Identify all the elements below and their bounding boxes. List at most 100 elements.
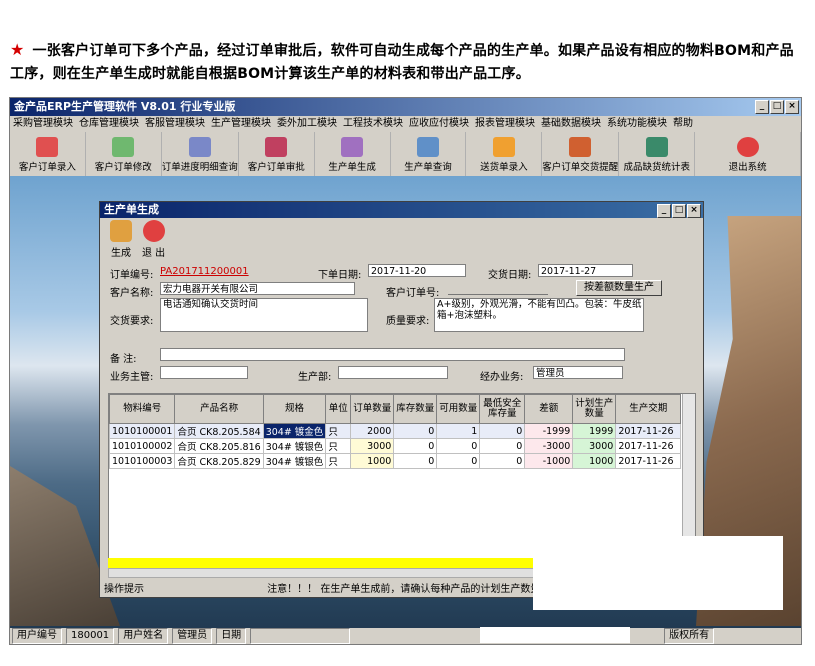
col-spec[interactable]: 规格	[262, 394, 327, 424]
tb-order-approve[interactable]: 客户订单审批	[239, 132, 315, 176]
cell-difference[interactable]: -3000	[524, 438, 574, 454]
cell-available-qty[interactable]: 1	[436, 423, 481, 439]
op-hint-label: 操作提示	[104, 584, 144, 595]
cell-production-date[interactable]: 2017-11-26	[615, 453, 682, 469]
col-safety-stock[interactable]: 最低安全库存量	[479, 394, 526, 424]
tb-production-generate[interactable]: 生产单生成	[315, 132, 391, 176]
remark-field[interactable]	[160, 348, 625, 361]
table-row[interactable]: 1010100002 合页 CK8.205.816 304# 镀银色 只 300…	[108, 438, 682, 454]
menu-production[interactable]: 生产管理模块	[211, 116, 271, 132]
tb-order-progress[interactable]: 订单进度明细查询	[162, 132, 239, 176]
tb-delivery-reminder[interactable]: 客户订单交货提醒	[542, 132, 620, 176]
customer-field[interactable]: 宏力电器开关有限公司	[160, 282, 355, 295]
table-row[interactable]: 1010100003 合页 CK8.205.829 304# 镀银色 只 100…	[108, 453, 682, 469]
close-button[interactable]: ×	[785, 100, 799, 114]
cell-spec[interactable]: 304# 镀银色	[262, 453, 327, 469]
intro-paragraph: ★ 一张客户订单可下多个产品，经过订单审批后，软件可自动生成每个产品的生产单。如果…	[10, 38, 805, 86]
generate-button[interactable]: 生成	[110, 220, 132, 260]
cell-product-name[interactable]: 合页 CK8.205.584	[174, 423, 264, 439]
menu-finance[interactable]: 应收应付模块	[409, 116, 469, 132]
cell-plan-qty[interactable]: 1999	[572, 423, 617, 439]
col-plan-qty[interactable]: 计划生产数量	[572, 394, 617, 424]
date-value	[250, 628, 351, 644]
menu-engineering[interactable]: 工程技术模块	[343, 116, 403, 132]
customer-label: 客户名称:	[110, 288, 154, 299]
report-icon	[645, 137, 668, 157]
generate-by-difference-button[interactable]: 按差额数量生产	[576, 280, 662, 296]
exit-button[interactable]: 退 出	[142, 220, 165, 260]
cell-difference[interactable]: -1999	[524, 423, 574, 439]
cell-safety-stock[interactable]: 0	[479, 438, 526, 454]
exit-icon	[736, 137, 759, 157]
op-hint-text: 注意！！！ 在生产单生成前，请确认每种产品的计划生产数量	[267, 584, 541, 595]
col-available-qty[interactable]: 可用数量	[436, 394, 481, 424]
order-date-field[interactable]: 2017-11-20	[368, 264, 466, 277]
cell-available-qty[interactable]: 0	[436, 438, 481, 454]
cell-spec[interactable]: 304# 镀金色	[262, 423, 327, 439]
delivery-req-field[interactable]: 电话通知确认交货时间	[160, 298, 368, 332]
menu-outsourcing[interactable]: 委外加工模块	[277, 116, 337, 132]
menu-warehouse[interactable]: 仓库管理模块	[79, 116, 139, 132]
col-order-qty[interactable]: 订单数量	[350, 394, 395, 424]
cell-unit[interactable]: 只	[325, 438, 352, 454]
order-date-label: 下单日期:	[318, 270, 362, 281]
supervisor-field[interactable]	[160, 366, 248, 379]
tb-order-entry[interactable]: 客户订单录入	[10, 132, 86, 176]
dialog-maximize-button[interactable]: □	[672, 204, 686, 218]
cell-item-no[interactable]: 1010100003	[108, 453, 176, 469]
cell-spec[interactable]: 304# 镀银色	[262, 438, 327, 454]
menu-system[interactable]: 系统功能模块	[607, 116, 667, 132]
quality-req-field[interactable]: A+级别，外观光滑，不能有凹凸。包装：牛皮纸箱+泡沫塑料。	[434, 298, 644, 332]
col-item-no[interactable]: 物料编号	[108, 394, 176, 424]
cell-item-no[interactable]: 1010100002	[108, 438, 176, 454]
cell-order-qty[interactable]: 1000	[350, 453, 395, 469]
cell-difference[interactable]: -1000	[524, 453, 574, 469]
status-bar: 用户编号 180001 用户姓名 管理员 日期 版权所有	[10, 628, 803, 644]
menu-bar: 采购管理模块 仓库管理模块 客服管理模块 生产管理模块 委外加工模块 工程技术模…	[10, 116, 804, 132]
cell-stock-qty[interactable]: 0	[393, 423, 438, 439]
tb-order-edit[interactable]: 客户订单修改	[86, 132, 162, 176]
col-unit[interactable]: 单位	[325, 394, 352, 424]
cell-order-qty[interactable]: 3000	[350, 438, 395, 454]
dialog-close-button[interactable]: ×	[687, 204, 701, 218]
cell-unit[interactable]: 只	[325, 423, 352, 439]
col-difference[interactable]: 差额	[524, 394, 574, 424]
menu-service[interactable]: 客服管理模块	[145, 116, 205, 132]
tb-exit-system[interactable]: 退出系统	[695, 132, 801, 176]
col-production-date[interactable]: 生产交期	[615, 394, 682, 424]
cell-available-qty[interactable]: 0	[436, 453, 481, 469]
cell-production-date[interactable]: 2017-11-26	[615, 423, 682, 439]
table-row[interactable]: 1010100001 合页 CK8.205.584 304# 镀金色 只 200…	[108, 423, 682, 439]
tb-production-query[interactable]: 生产单查询	[391, 132, 467, 176]
cell-item-no[interactable]: 1010100001	[108, 423, 176, 439]
cell-unit[interactable]: 只	[325, 453, 352, 469]
cell-stock-qty[interactable]: 0	[393, 453, 438, 469]
tb-shortage-report[interactable]: 成品缺货统计表	[619, 132, 696, 176]
cell-product-name[interactable]: 合页 CK8.205.829	[174, 453, 264, 469]
cell-plan-qty[interactable]: 3000	[572, 438, 617, 454]
menu-help[interactable]: 帮助	[673, 116, 693, 132]
cust-order-field[interactable]	[448, 282, 548, 295]
minimize-button[interactable]: _	[755, 100, 769, 114]
cell-production-date[interactable]: 2017-11-26	[615, 438, 682, 454]
menu-reports[interactable]: 报表管理模块	[475, 116, 535, 132]
tb-delivery-entry[interactable]: 送货单录入	[466, 132, 543, 176]
cell-safety-stock[interactable]: 0	[479, 453, 526, 469]
maximize-button[interactable]: □	[770, 100, 784, 114]
dialog-minimize-button[interactable]: _	[657, 204, 671, 218]
cell-stock-qty[interactable]: 0	[393, 438, 438, 454]
cell-safety-stock[interactable]: 0	[479, 423, 526, 439]
cell-product-name[interactable]: 合页 CK8.205.816	[174, 438, 264, 454]
approve-icon	[265, 137, 288, 157]
col-stock-qty[interactable]: 库存数量	[393, 394, 438, 424]
dept-field[interactable]	[338, 366, 448, 379]
quality-req-label: 质量要求:	[386, 316, 430, 327]
handler-field[interactable]: 管理员	[533, 366, 623, 379]
delivery-date-field[interactable]: 2017-11-27	[538, 264, 633, 277]
col-product-name[interactable]: 产品名称	[174, 394, 264, 424]
cell-plan-qty[interactable]: 1000	[572, 453, 617, 469]
menu-purchase[interactable]: 采购管理模块	[13, 116, 73, 132]
order-no-value[interactable]: PA201711200001	[160, 266, 249, 277]
cell-order-qty[interactable]: 2000	[350, 423, 395, 439]
menu-base-data[interactable]: 基础数据模块	[541, 116, 601, 132]
